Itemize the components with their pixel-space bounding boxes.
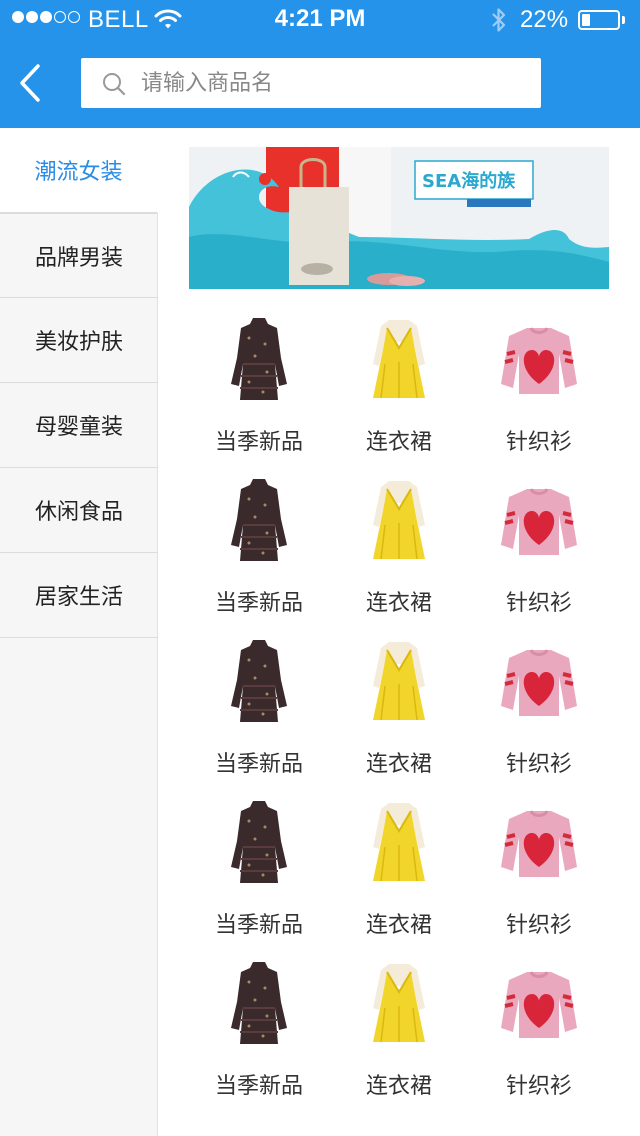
yellow-dress-icon bbox=[373, 481, 425, 560]
battery-icon bbox=[578, 10, 620, 30]
floral-dress-icon bbox=[231, 479, 287, 561]
sidebar-item-baby-kids[interactable]: 母婴童装 bbox=[0, 383, 158, 468]
product-item[interactable]: 当季新品 bbox=[189, 461, 329, 622]
sidebar-item-label: 居家生活 bbox=[34, 585, 123, 610]
search-box[interactable] bbox=[81, 58, 541, 108]
product-label: 连衣裙 bbox=[365, 430, 432, 455]
product-item[interactable]: 针织衫 bbox=[469, 783, 609, 944]
battery-percentage: 22% bbox=[520, 6, 569, 33]
battery-tip bbox=[622, 16, 625, 24]
banner-brand-text: SEA海的族 bbox=[422, 170, 516, 192]
product-label: 针织衫 bbox=[505, 591, 572, 616]
product-label: 当季新品 bbox=[214, 430, 303, 455]
product-label: 当季新品 bbox=[214, 1074, 303, 1099]
sidebar-item-womens-fashion[interactable]: 潮流女装 bbox=[0, 128, 158, 213]
product-item[interactable]: 连衣裙 bbox=[329, 300, 469, 461]
sidebar-item-snacks[interactable]: 休闲食品 bbox=[0, 468, 158, 553]
yellow-dress-icon bbox=[373, 320, 425, 399]
status-bar: BELL 4:21 PM 22% bbox=[0, 0, 640, 40]
product-item[interactable]: 连衣裙 bbox=[329, 461, 469, 622]
category-sidebar: 潮流女装 品牌男装 美妆护肤 母婴童装 休闲食品 居家生活 bbox=[0, 128, 158, 1136]
sidebar-item-home-living[interactable]: 居家生活 bbox=[0, 553, 158, 638]
product-label: 当季新品 bbox=[214, 913, 303, 938]
product-item[interactable]: 连衣裙 bbox=[329, 944, 469, 1105]
heart-sweater-icon bbox=[501, 488, 577, 555]
product-label: 当季新品 bbox=[214, 591, 303, 616]
yellow-dress-icon bbox=[373, 964, 425, 1043]
sidebar-item-label: 美妆护肤 bbox=[34, 330, 123, 355]
product-label: 针织衫 bbox=[505, 752, 572, 777]
heart-sweater-icon bbox=[501, 649, 577, 716]
heart-sweater-icon bbox=[501, 327, 577, 394]
product-label: 当季新品 bbox=[214, 752, 303, 777]
battery-level bbox=[582, 14, 590, 26]
floral-dress-icon bbox=[231, 801, 287, 883]
heart-sweater-icon bbox=[501, 810, 577, 877]
banner-illustration: SEA海的族 bbox=[189, 147, 609, 289]
search-icon bbox=[103, 73, 126, 96]
product-item[interactable]: 针织衫 bbox=[469, 461, 609, 622]
sidebar-item-label: 潮流女装 bbox=[34, 160, 123, 185]
product-label: 连衣裙 bbox=[365, 913, 432, 938]
product-item[interactable]: 当季新品 bbox=[189, 783, 329, 944]
sidebar-item-label: 品牌男装 bbox=[34, 245, 123, 271]
app-header: BELL 4:21 PM 22% bbox=[0, 0, 640, 128]
sidebar-item-label: 休闲食品 bbox=[34, 500, 123, 525]
product-item[interactable]: 针织衫 bbox=[469, 622, 609, 783]
product-label: 针织衫 bbox=[505, 430, 572, 455]
product-label: 连衣裙 bbox=[365, 1074, 432, 1099]
product-label: 连衣裙 bbox=[365, 752, 432, 777]
promo-banner[interactable]: SEA海的族 bbox=[189, 147, 609, 289]
sidebar-item-mens-brands[interactable]: 品牌男装 bbox=[0, 213, 158, 298]
product-item[interactable]: 连衣裙 bbox=[329, 622, 469, 783]
product-item[interactable]: 当季新品 bbox=[189, 622, 329, 783]
yellow-dress-icon bbox=[373, 803, 425, 882]
floral-dress-icon bbox=[231, 962, 287, 1044]
product-item[interactable]: 针织衫 bbox=[469, 300, 609, 461]
product-label: 连衣裙 bbox=[365, 591, 432, 616]
yellow-dress-icon bbox=[373, 642, 425, 721]
floral-dress-icon bbox=[231, 640, 287, 722]
heart-sweater-icon bbox=[501, 971, 577, 1038]
bluetooth-icon bbox=[492, 8, 506, 32]
chevron-left-icon[interactable] bbox=[14, 62, 54, 104]
sidebar-item-label: 母婴童装 bbox=[34, 415, 123, 440]
product-item[interactable]: 当季新品 bbox=[189, 944, 329, 1105]
floral-dress-icon bbox=[231, 318, 287, 400]
product-item[interactable]: 针织衫 bbox=[469, 944, 609, 1105]
sidebar-item-beauty[interactable]: 美妆护肤 bbox=[0, 298, 158, 383]
product-item[interactable]: 当季新品 bbox=[189, 300, 329, 461]
product-label: 针织衫 bbox=[505, 913, 572, 938]
search-input[interactable] bbox=[141, 58, 531, 108]
product-label: 针织衫 bbox=[505, 1074, 572, 1099]
product-item[interactable]: 连衣裙 bbox=[329, 783, 469, 944]
